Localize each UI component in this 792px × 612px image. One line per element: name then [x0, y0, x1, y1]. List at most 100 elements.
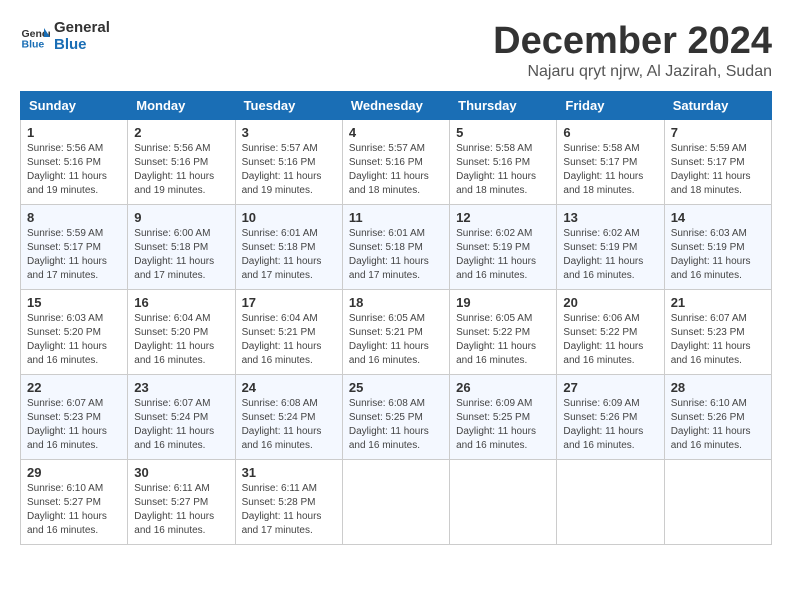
day-info: Sunrise: 6:04 AM Sunset: 5:20 PM Dayligh…	[134, 312, 228, 368]
calendar-cell: 3 Sunrise: 5:57 AM Sunset: 5:16 PM Daylig…	[235, 120, 342, 205]
day-info: Sunrise: 5:57 AM Sunset: 5:16 PM Dayligh…	[242, 142, 336, 198]
day-info: Sunrise: 6:08 AM Sunset: 5:25 PM Dayligh…	[349, 397, 443, 453]
calendar-cell: 26 Sunrise: 6:09 AM Sunset: 5:25 PM Dayli…	[450, 375, 557, 460]
calendar-cell: 15 Sunrise: 6:03 AM Sunset: 5:20 PM Dayli…	[21, 290, 128, 375]
day-info: Sunrise: 6:07 AM Sunset: 5:23 PM Dayligh…	[671, 312, 765, 368]
day-info: Sunrise: 5:59 AM Sunset: 5:17 PM Dayligh…	[671, 142, 765, 198]
calendar-cell: 4 Sunrise: 5:57 AM Sunset: 5:16 PM Daylig…	[342, 120, 449, 205]
calendar-cell	[557, 460, 664, 545]
calendar-cell: 16 Sunrise: 6:04 AM Sunset: 5:20 PM Dayli…	[128, 290, 235, 375]
week-row-4: 22 Sunrise: 6:07 AM Sunset: 5:23 PM Dayli…	[21, 375, 772, 460]
logo: General Blue General Blue	[20, 20, 110, 53]
day-number: 6	[563, 125, 657, 140]
day-number: 9	[134, 210, 228, 225]
day-number: 16	[134, 295, 228, 310]
day-info: Sunrise: 5:59 AM Sunset: 5:17 PM Dayligh…	[27, 227, 121, 283]
weekday-header-friday: Friday	[557, 92, 664, 120]
day-info: Sunrise: 6:11 AM Sunset: 5:28 PM Dayligh…	[242, 482, 336, 538]
calendar-cell: 12 Sunrise: 6:02 AM Sunset: 5:19 PM Dayli…	[450, 205, 557, 290]
day-info: Sunrise: 5:58 AM Sunset: 5:16 PM Dayligh…	[456, 142, 550, 198]
day-info: Sunrise: 6:09 AM Sunset: 5:25 PM Dayligh…	[456, 397, 550, 453]
calendar-cell: 6 Sunrise: 5:58 AM Sunset: 5:17 PM Daylig…	[557, 120, 664, 205]
day-info: Sunrise: 6:00 AM Sunset: 5:18 PM Dayligh…	[134, 227, 228, 283]
calendar-cell: 14 Sunrise: 6:03 AM Sunset: 5:19 PM Dayli…	[664, 205, 771, 290]
day-number: 10	[242, 210, 336, 225]
day-number: 24	[242, 380, 336, 395]
day-number: 20	[563, 295, 657, 310]
calendar-cell: 2Sunrise: 5:56 AM Sunset: 5:16 PM Daylig…	[128, 120, 235, 205]
calendar-cell: 30 Sunrise: 6:11 AM Sunset: 5:27 PM Dayli…	[128, 460, 235, 545]
week-row-2: 8 Sunrise: 5:59 AM Sunset: 5:17 PM Daylig…	[21, 205, 772, 290]
day-info: Sunrise: 6:05 AM Sunset: 5:21 PM Dayligh…	[349, 312, 443, 368]
weekday-header-thursday: Thursday	[450, 92, 557, 120]
calendar-cell: 9 Sunrise: 6:00 AM Sunset: 5:18 PM Daylig…	[128, 205, 235, 290]
day-number: 18	[349, 295, 443, 310]
day-info: Sunrise: 6:02 AM Sunset: 5:19 PM Dayligh…	[563, 227, 657, 283]
day-number: 2	[134, 125, 228, 140]
day-info: Sunrise: 6:07 AM Sunset: 5:23 PM Dayligh…	[27, 397, 121, 453]
day-number: 7	[671, 125, 765, 140]
day-info: Sunrise: 5:57 AM Sunset: 5:16 PM Dayligh…	[349, 142, 443, 198]
day-info: Sunrise: 6:10 AM Sunset: 5:27 PM Dayligh…	[27, 482, 121, 538]
day-number: 26	[456, 380, 550, 395]
calendar-cell: 18 Sunrise: 6:05 AM Sunset: 5:21 PM Dayli…	[342, 290, 449, 375]
day-info: Sunrise: 6:02 AM Sunset: 5:19 PM Dayligh…	[456, 227, 550, 283]
day-info: Sunrise: 6:03 AM Sunset: 5:19 PM Dayligh…	[671, 227, 765, 283]
day-info: Sunrise: 5:58 AM Sunset: 5:17 PM Dayligh…	[563, 142, 657, 198]
day-number: 4	[349, 125, 443, 140]
day-info: Sunrise: 5:56 AM Sunset: 5:16 PM Dayligh…	[27, 142, 121, 198]
day-info: Sunrise: 6:01 AM Sunset: 5:18 PM Dayligh…	[349, 227, 443, 283]
day-number: 25	[349, 380, 443, 395]
day-number: 5	[456, 125, 550, 140]
day-number: 21	[671, 295, 765, 310]
calendar-cell: 10 Sunrise: 6:01 AM Sunset: 5:18 PM Dayli…	[235, 205, 342, 290]
weekday-header-saturday: Saturday	[664, 92, 771, 120]
calendar-cell: 5 Sunrise: 5:58 AM Sunset: 5:16 PM Daylig…	[450, 120, 557, 205]
calendar-table: SundayMondayTuesdayWednesdayThursdayFrid…	[20, 91, 772, 545]
week-row-5: 29Sunrise: 6:10 AM Sunset: 5:27 PM Dayli…	[21, 460, 772, 545]
day-info: Sunrise: 6:03 AM Sunset: 5:20 PM Dayligh…	[27, 312, 121, 368]
day-number: 13	[563, 210, 657, 225]
day-number: 28	[671, 380, 765, 395]
calendar-cell	[664, 460, 771, 545]
calendar-cell: 17 Sunrise: 6:04 AM Sunset: 5:21 PM Dayli…	[235, 290, 342, 375]
day-number: 8	[27, 210, 121, 225]
day-info: Sunrise: 6:04 AM Sunset: 5:21 PM Dayligh…	[242, 312, 336, 368]
calendar-cell: 25 Sunrise: 6:08 AM Sunset: 5:25 PM Dayli…	[342, 375, 449, 460]
day-number: 23	[134, 380, 228, 395]
week-row-1: 1 Sunrise: 5:56 AM Sunset: 5:16 PM Daylig…	[21, 120, 772, 205]
day-info: Sunrise: 6:09 AM Sunset: 5:26 PM Dayligh…	[563, 397, 657, 453]
weekday-header-monday: Monday	[128, 92, 235, 120]
calendar-cell: 28Sunrise: 6:10 AM Sunset: 5:26 PM Dayli…	[664, 375, 771, 460]
day-info: Sunrise: 6:01 AM Sunset: 5:18 PM Dayligh…	[242, 227, 336, 283]
day-info: Sunrise: 6:11 AM Sunset: 5:27 PM Dayligh…	[134, 482, 228, 538]
day-number: 3	[242, 125, 336, 140]
weekday-header-wednesday: Wednesday	[342, 92, 449, 120]
day-number: 30	[134, 465, 228, 480]
calendar-cell: 31 Sunrise: 6:11 AM Sunset: 5:28 PM Dayli…	[235, 460, 342, 545]
weekday-header-tuesday: Tuesday	[235, 92, 342, 120]
day-number: 12	[456, 210, 550, 225]
month-title: December 2024	[493, 20, 772, 63]
calendar-cell: 20Sunrise: 6:06 AM Sunset: 5:22 PM Dayli…	[557, 290, 664, 375]
day-number: 11	[349, 210, 443, 225]
day-number: 31	[242, 465, 336, 480]
day-number: 22	[27, 380, 121, 395]
calendar-cell: 27Sunrise: 6:09 AM Sunset: 5:26 PM Dayli…	[557, 375, 664, 460]
calendar-cell: 23Sunrise: 6:07 AM Sunset: 5:24 PM Dayli…	[128, 375, 235, 460]
weekday-header-sunday: Sunday	[21, 92, 128, 120]
calendar-cell: 22 Sunrise: 6:07 AM Sunset: 5:23 PM Dayli…	[21, 375, 128, 460]
calendar-cell	[450, 460, 557, 545]
day-info: Sunrise: 6:08 AM Sunset: 5:24 PM Dayligh…	[242, 397, 336, 453]
calendar-cell: 13 Sunrise: 6:02 AM Sunset: 5:19 PM Dayli…	[557, 205, 664, 290]
calendar-cell: 29Sunrise: 6:10 AM Sunset: 5:27 PM Dayli…	[21, 460, 128, 545]
page-header: General Blue General Blue December 2024 …	[20, 20, 772, 81]
day-number: 14	[671, 210, 765, 225]
calendar-cell	[342, 460, 449, 545]
day-number: 17	[242, 295, 336, 310]
calendar-cell: 11 Sunrise: 6:01 AM Sunset: 5:18 PM Dayli…	[342, 205, 449, 290]
day-number: 15	[27, 295, 121, 310]
week-row-3: 15 Sunrise: 6:03 AM Sunset: 5:20 PM Dayli…	[21, 290, 772, 375]
day-number: 1	[27, 125, 121, 140]
calendar-cell: 24 Sunrise: 6:08 AM Sunset: 5:24 PM Dayli…	[235, 375, 342, 460]
